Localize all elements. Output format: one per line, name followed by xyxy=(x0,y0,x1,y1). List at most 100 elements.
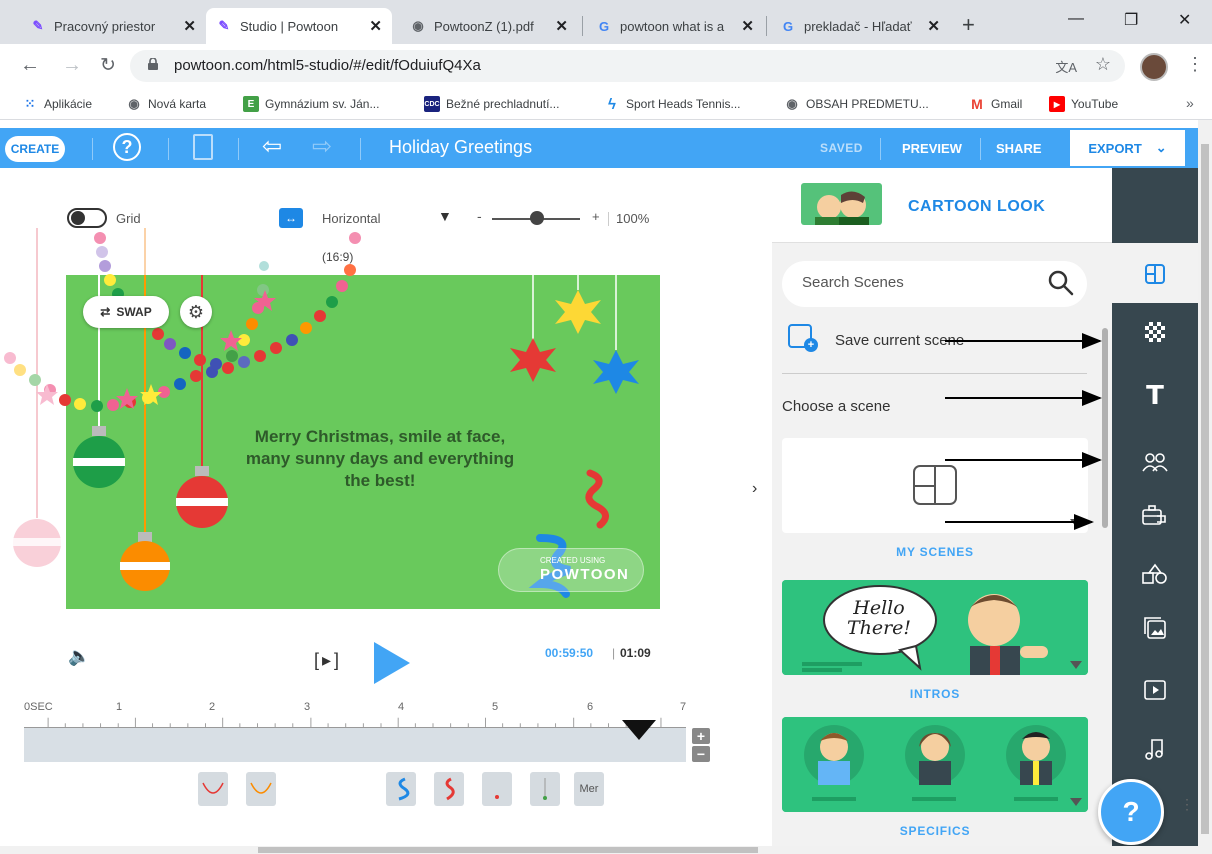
divider xyxy=(360,138,361,160)
browser-tab-active[interactable]: ✎ Studio | Powtoon ✕ xyxy=(206,8,392,44)
characters-icon[interactable] xyxy=(1112,444,1198,480)
divider xyxy=(168,138,169,160)
bookmark-item[interactable]: ◉ OBSAH PREDMETU... xyxy=(784,96,928,112)
chevron-down-icon[interactable] xyxy=(1070,798,1082,806)
minimize-icon[interactable]: — xyxy=(1068,10,1084,28)
close-icon[interactable]: ✕ xyxy=(183,17,196,35)
search-icon[interactable] xyxy=(1047,269,1075,297)
layout-icon[interactable] xyxy=(1112,256,1198,292)
close-icon[interactable]: ✕ xyxy=(369,17,382,35)
avatar[interactable] xyxy=(1140,53,1168,81)
text-icon[interactable]: T xyxy=(1112,378,1198,414)
project-title[interactable]: Holiday Greetings xyxy=(389,137,532,158)
scene-category-card-intros[interactable]: Hello There! xyxy=(782,580,1088,675)
create-button[interactable]: CREATE xyxy=(5,136,65,162)
bookmark-star-icon[interactable]: ☆ xyxy=(1095,54,1111,75)
play-icon[interactable] xyxy=(374,642,410,684)
close-icon[interactable]: ✕ xyxy=(927,17,940,35)
more-icon[interactable]: ⋮ xyxy=(1180,796,1194,813)
timeline-layer-thumbnail[interactable] xyxy=(386,772,416,806)
share-button[interactable]: SHARE xyxy=(996,141,1042,156)
tab-title: Pracovný priestor xyxy=(54,18,156,34)
zoom-out-button[interactable]: - xyxy=(477,208,482,224)
background-icon[interactable] xyxy=(1112,314,1198,350)
props-icon[interactable] xyxy=(1112,498,1198,534)
preview-button[interactable]: PREVIEW xyxy=(902,141,962,156)
video-icon[interactable] xyxy=(1112,672,1198,708)
back-icon[interactable]: ← xyxy=(20,54,40,77)
address-bar[interactable]: powtoon.com/html5-studio/#/edit/fOduiufQ… xyxy=(130,50,1125,82)
music-icon[interactable] xyxy=(1112,730,1198,766)
timeline-zoom-out-button[interactable]: − xyxy=(692,746,710,762)
look-thumbnail xyxy=(801,183,882,225)
timeline-layer-thumbnail[interactable] xyxy=(198,772,228,806)
new-tab-button[interactable]: + xyxy=(962,12,975,38)
scene-greeting-text[interactable]: Merry Christmas, smile at face, many sun… xyxy=(240,426,520,492)
help-chat-button[interactable]: ? xyxy=(1098,779,1164,845)
timeline-layer-thumbnail[interactable] xyxy=(246,772,276,806)
save-current-scene-button[interactable]: Save current scene xyxy=(835,332,964,349)
window-close-icon[interactable]: ✕ xyxy=(1178,10,1191,30)
browser-tab[interactable]: ✎ Pracovný priestor ✕ xyxy=(20,8,206,44)
browser-menu-icon[interactable]: ⋮ xyxy=(1186,54,1204,75)
restore-icon[interactable]: ❐ xyxy=(1124,10,1138,30)
timeline-track[interactable] xyxy=(24,728,686,762)
gear-icon[interactable]: ⚙ xyxy=(180,296,212,328)
undo-icon[interactable]: ⇦ xyxy=(262,132,282,161)
translate-icon[interactable]: 文A xyxy=(1055,57,1077,76)
bookmark-label: Nová karta xyxy=(148,97,207,111)
total-time: 01:09 xyxy=(620,646,651,660)
page-scrollbar[interactable] xyxy=(1198,120,1212,854)
bookmark-item[interactable]: ◉ Nová karta xyxy=(126,96,206,112)
zoom-in-button[interactable]: + xyxy=(592,209,600,224)
horizontal-scrollbar[interactable] xyxy=(0,846,1198,854)
studio-top-bar: CREATE ? ⇦ ⇨ Holiday Greetings SAVED PRE… xyxy=(0,128,1198,168)
orientation-icon[interactable]: ↔ xyxy=(279,208,303,228)
search-input[interactable] xyxy=(802,274,1032,291)
reload-icon[interactable]: ↻ xyxy=(100,54,116,77)
bookmark-item[interactable]: E Gymnázium sv. Ján... xyxy=(243,96,379,112)
bookmark-item[interactable]: CDC Bežné prechladnutí... xyxy=(424,96,559,112)
swap-button[interactable]: ⇄ SWAP xyxy=(83,296,169,328)
more-bookmarks-button[interactable]: » xyxy=(1186,95,1194,111)
scrollbar-thumb[interactable] xyxy=(1201,144,1209,834)
playhead-handle[interactable] xyxy=(622,720,656,740)
close-icon[interactable]: ✕ xyxy=(741,17,754,35)
export-button[interactable]: EXPORT ⌄ xyxy=(1070,130,1185,166)
help-icon[interactable]: ? xyxy=(113,133,141,161)
tab-title: powtoon what is a xyxy=(620,18,725,34)
scene-category-card-my-scenes[interactable] xyxy=(782,438,1088,533)
bookmark-item[interactable]: ▶ YouTube xyxy=(1049,96,1118,112)
browser-tab[interactable]: G powtoon what is a ✕ xyxy=(586,8,764,44)
browser-tab[interactable]: ◉ PowtoonZ (1).pdf ✕ xyxy=(400,8,578,44)
bookmark-item[interactable]: ϟ Sport Heads Tennis... xyxy=(604,96,741,113)
orientation-dropdown-icon[interactable]: ▼ xyxy=(438,208,452,224)
scrollbar-thumb[interactable] xyxy=(258,847,758,853)
bookmark-item[interactable]: ⁙ Aplikácie xyxy=(22,96,92,112)
forward-icon[interactable]: → xyxy=(62,54,82,77)
browser-tab[interactable]: G prekladač - Hľadať ✕ xyxy=(770,8,950,44)
tab-separator xyxy=(766,16,767,36)
notes-icon[interactable] xyxy=(193,134,213,160)
grid-toggle[interactable] xyxy=(67,208,107,228)
redo-icon[interactable]: ⇨ xyxy=(312,132,332,161)
speaker-icon[interactable]: 🔈 xyxy=(68,646,90,667)
zoom-slider-handle[interactable] xyxy=(530,211,544,225)
close-icon[interactable]: ✕ xyxy=(555,17,568,35)
timeline-layer-thumbnail[interactable] xyxy=(434,772,464,806)
shapes-icon[interactable] xyxy=(1112,556,1198,592)
timeline-layer-thumbnail[interactable] xyxy=(530,772,560,806)
panel-scrollbar[interactable] xyxy=(1102,328,1108,528)
timeline-zoom-in-button[interactable]: + xyxy=(692,728,710,744)
timeline-layer-thumbnail[interactable] xyxy=(482,772,512,806)
panel-collapse-icon[interactable]: › xyxy=(752,480,757,498)
scene-category-card-specifics[interactable] xyxy=(782,717,1088,812)
orientation-label[interactable]: Horizontal xyxy=(322,211,381,226)
frame-preview-button[interactable]: [▸] xyxy=(314,650,342,671)
grid-label: Grid xyxy=(116,211,141,226)
bookmark-item[interactable]: M Gmail xyxy=(969,96,1022,112)
chevron-down-icon[interactable] xyxy=(1070,519,1082,527)
chevron-down-icon[interactable] xyxy=(1070,661,1082,669)
timeline-layer-thumbnail[interactable]: Mer xyxy=(574,772,604,806)
media-icon[interactable] xyxy=(1112,610,1198,646)
